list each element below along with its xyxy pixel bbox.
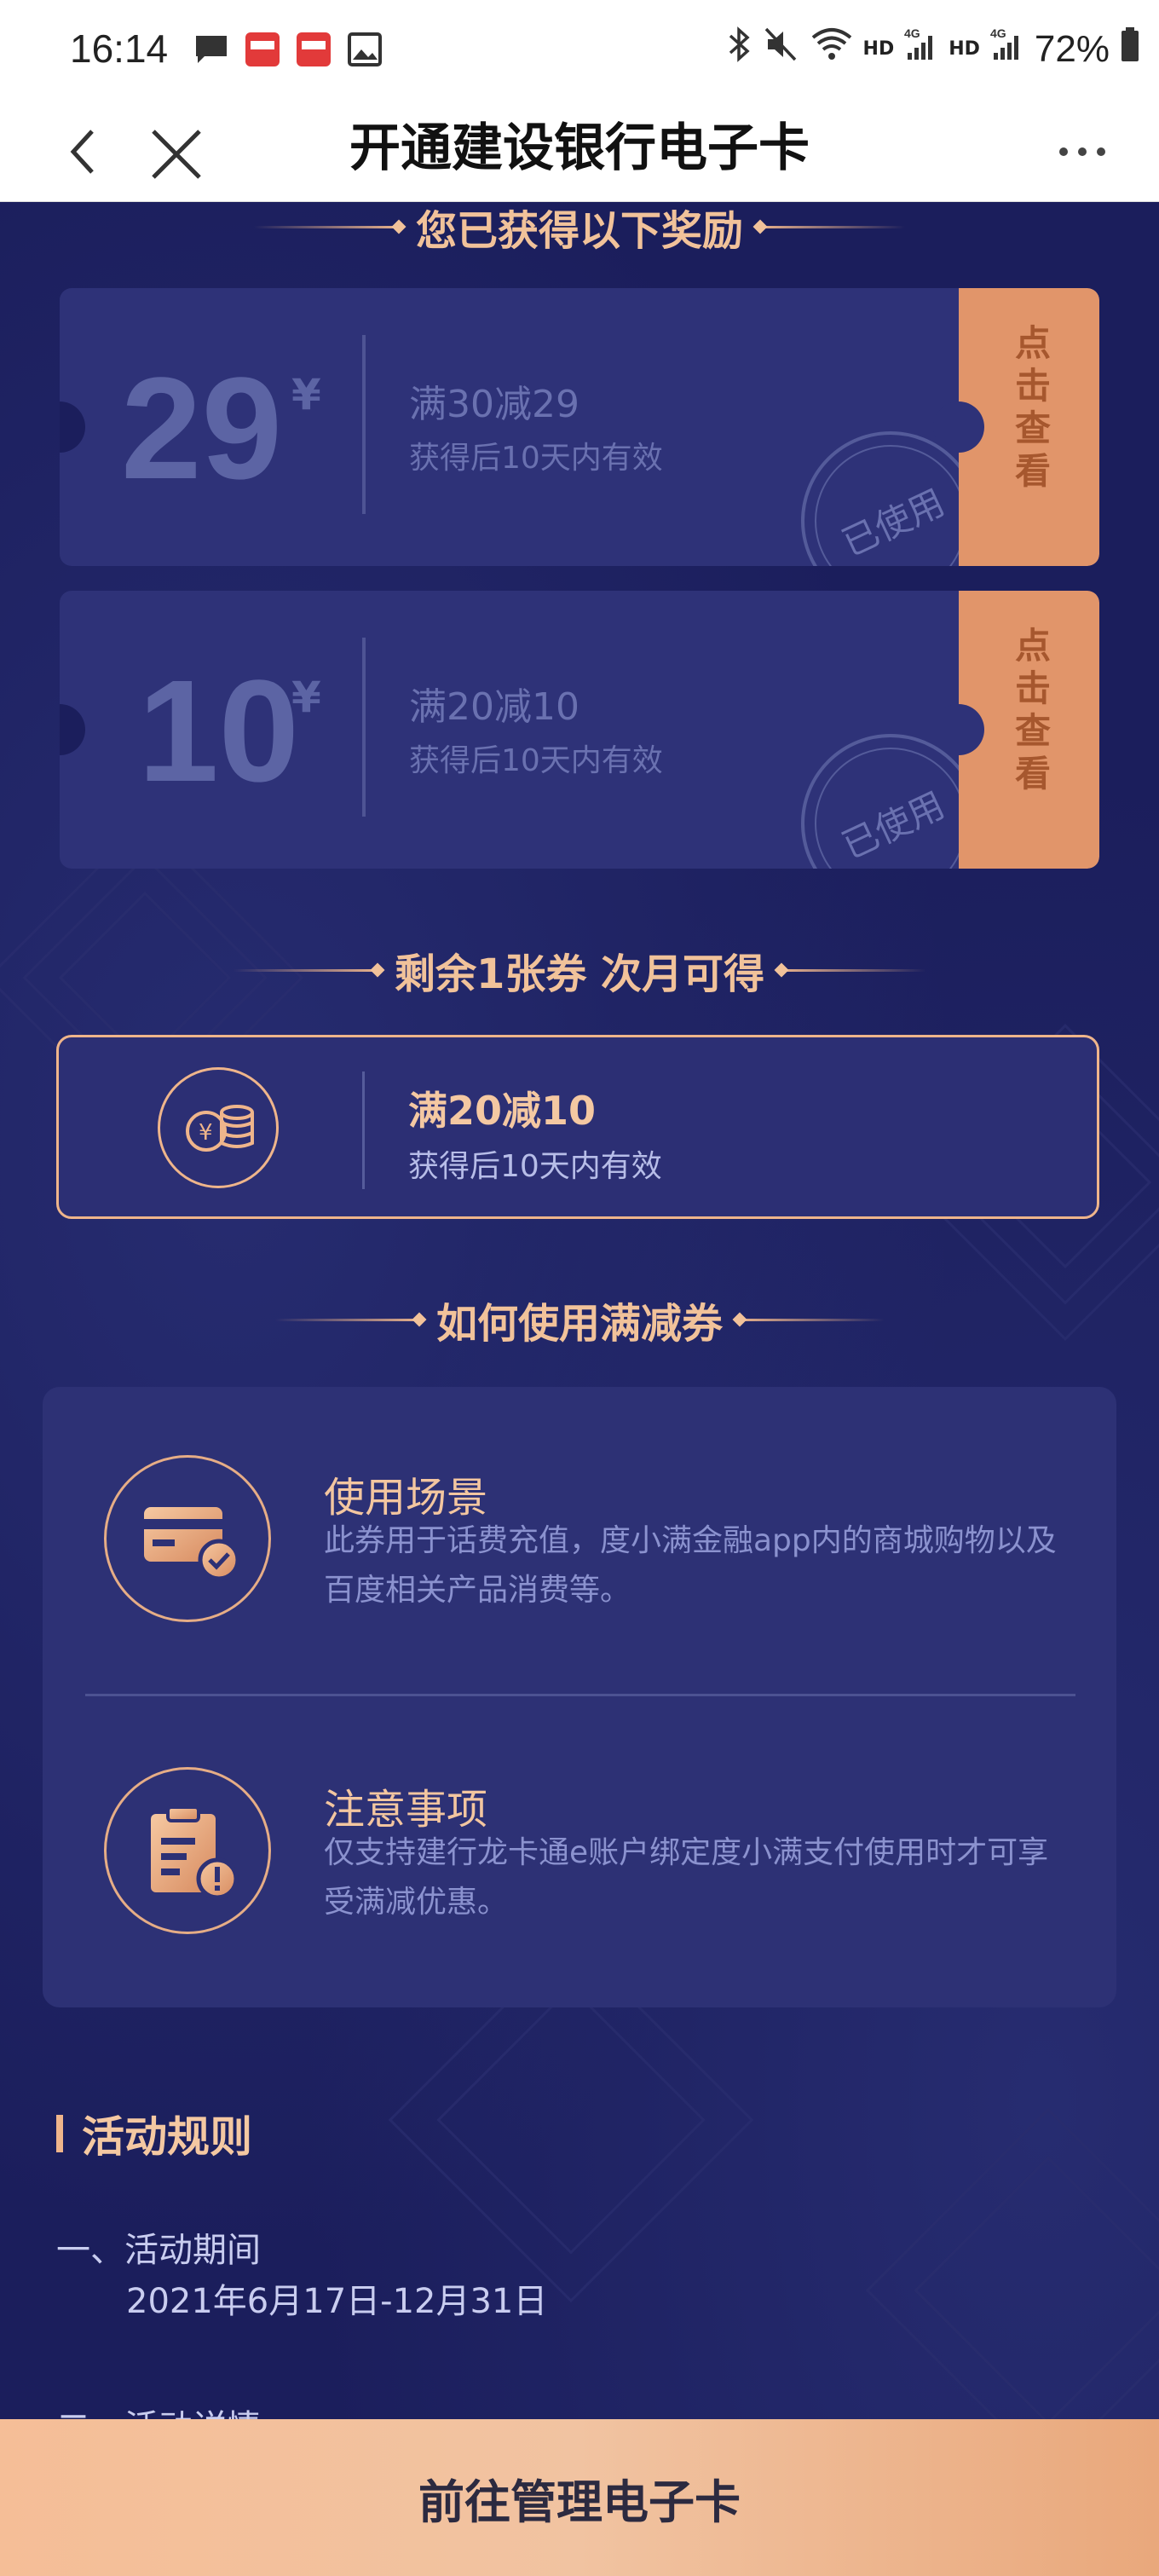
heading-decoration xyxy=(274,1318,419,1321)
remaining-coupon-validity: 获得后10天内有效 xyxy=(408,1149,662,1184)
remaining-heading-text: 剩余1张券 次月可得 xyxy=(394,950,765,998)
coupon-notch xyxy=(60,704,85,755)
nav-bar: 开通建设银行电子卡 xyxy=(0,101,1159,202)
remaining-coupon-title: 满20减10 xyxy=(408,1088,597,1134)
notice-title: 注意事项 xyxy=(324,1786,488,1834)
svg-text:4G: 4G xyxy=(990,26,1006,40)
svg-text:4G: 4G xyxy=(904,26,920,40)
notification-icons xyxy=(193,31,383,68)
network-label: HD xyxy=(949,38,980,60)
mute-icon xyxy=(763,26,800,72)
rules-title: 活动规则 xyxy=(82,2112,252,2162)
system-icons: HD 4G HD 4G 72% xyxy=(727,26,1140,72)
credit-card-icon xyxy=(104,1455,271,1622)
app-notification-icon xyxy=(244,31,281,68)
bluetooth-icon xyxy=(727,26,752,72)
coupon-notch xyxy=(933,704,984,755)
notice-clipboard-icon xyxy=(104,1767,271,1934)
manage-ecard-button[interactable]: 前往管理电子卡 xyxy=(0,2419,1159,2576)
page-title: 开通建设银行电子卡 xyxy=(349,118,810,178)
status-time: 16:14 xyxy=(70,26,169,71)
howto-heading-text: 如何使用满减券 xyxy=(435,1300,723,1348)
howto-heading: 如何使用满减券 xyxy=(0,1290,1159,1349)
rule-period-label: 一、活动期间 xyxy=(56,2231,261,2270)
more-icon[interactable] xyxy=(1057,135,1108,169)
coupon-validity: 获得后10天内有效 xyxy=(409,441,663,476)
coins-icon: ¥ xyxy=(158,1067,279,1188)
usage-scenario-desc: 此券用于话费充值，度小满金融app内的商城购物以及百度相关产品消费等。 xyxy=(324,1523,1057,1608)
signal-icon: 4G xyxy=(990,26,1024,72)
heading-decoration xyxy=(232,968,378,972)
coupon-validity: 获得后10天内有效 xyxy=(409,743,663,778)
coupon-divider xyxy=(362,638,366,817)
wifi-icon xyxy=(810,26,853,72)
coupon-divider xyxy=(362,335,366,514)
rules-heading: 活动规则 xyxy=(56,2103,252,2164)
coupon-card: 29 ¥ 满30减29 获得后10天内有效 已使用 点击查看 xyxy=(60,288,1099,566)
network-label: HD xyxy=(862,38,895,60)
view-coupon-label: 点击查看 xyxy=(1014,625,1051,794)
rules-accent-bar xyxy=(56,2115,63,2152)
gallery-icon xyxy=(346,31,383,68)
app-notification-icon xyxy=(295,31,332,68)
status-bar: 16:14 HD 4G HD 4G 72% xyxy=(0,0,1159,101)
coupon-title: 满20减10 xyxy=(409,685,580,729)
svg-text:¥: ¥ xyxy=(199,1120,213,1146)
rewards-heading: 您已获得以下奖励 xyxy=(0,202,1159,257)
coupon-notch xyxy=(933,401,984,453)
rewards-heading-text: 您已获得以下奖励 xyxy=(415,207,743,255)
coupon-notch xyxy=(60,401,85,453)
currency-symbol: ¥ xyxy=(291,673,321,722)
usage-scenario-title: 使用场景 xyxy=(324,1474,488,1522)
coupon-amount: 10 xyxy=(138,650,300,812)
page-content[interactable]: 您已获得以下奖励 29 ¥ 满30减29 获得后10天内有效 已使用 点击查看 … xyxy=(0,202,1159,2576)
notice-desc: 仅支持建行龙卡通e账户绑定度小满支付使用时才可享受满减优惠。 xyxy=(324,1835,1049,1920)
battery-percent: 72% xyxy=(1034,27,1110,70)
rule-period-value: 2021年6月17日-12月31日 xyxy=(126,2282,548,2321)
heading-decoration xyxy=(781,968,927,972)
heading-decoration xyxy=(760,225,905,228)
coupon-title: 满30减29 xyxy=(409,383,580,426)
view-coupon-button[interactable]: 点击查看 xyxy=(933,591,1099,869)
coupon-divider xyxy=(362,1071,365,1189)
heading-decoration xyxy=(740,1318,885,1321)
signal-icon: 4G xyxy=(904,26,938,72)
remaining-heading: 剩余1张券 次月可得 xyxy=(0,940,1159,1000)
section-divider xyxy=(85,1694,1075,1696)
howto-panel: 使用场景 此券用于话费充值，度小满金融app内的商城购物以及百度相关产品消费等。… xyxy=(43,1387,1116,2007)
remaining-coupon-card: ¥ 满20减10 获得后10天内有效 xyxy=(56,1035,1099,1219)
currency-symbol: ¥ xyxy=(291,370,321,419)
coupon-card: 10 ¥ 满20减10 获得后10天内有效 已使用 点击查看 xyxy=(60,591,1099,869)
heading-decoration xyxy=(253,225,399,228)
view-coupon-label: 点击查看 xyxy=(1014,322,1051,492)
view-coupon-button[interactable]: 点击查看 xyxy=(933,288,1099,566)
battery-icon xyxy=(1120,26,1140,72)
message-icon xyxy=(193,31,230,68)
coupon-amount: 29 xyxy=(121,348,283,510)
